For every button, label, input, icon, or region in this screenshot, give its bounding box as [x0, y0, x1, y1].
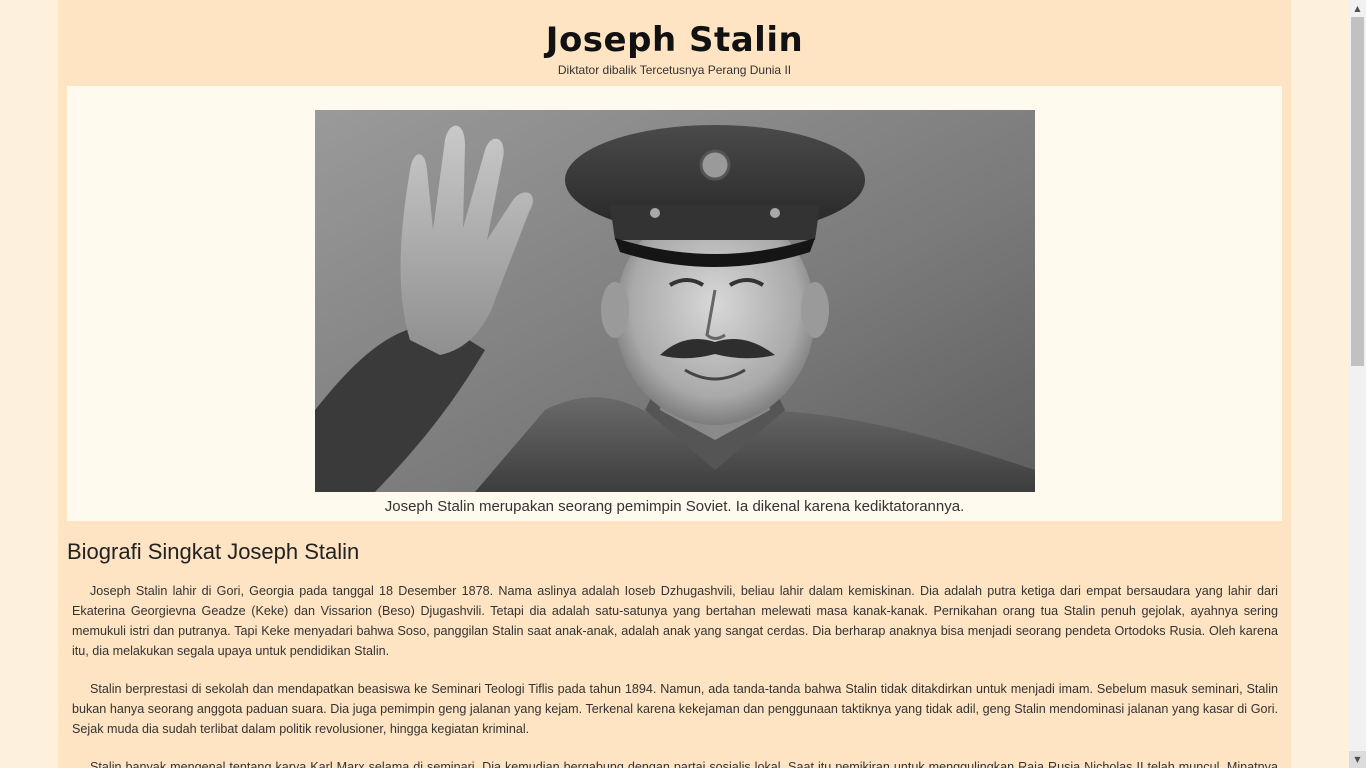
page-subtitle: Diktator dibalik Tercetusnya Perang Duni… [557, 63, 792, 77]
portrait-photo-illustration [315, 110, 1035, 492]
arrow-up-icon[interactable]: ▲ [1349, 0, 1366, 17]
arrow-down-icon[interactable]: ▼ [1349, 751, 1366, 768]
figure-panel: Joseph Stalin merupakan seorang pemimpin… [67, 86, 1282, 521]
figure-caption: Joseph Stalin merupakan seorang pemimpin… [384, 498, 965, 515]
article-paragraph: Joseph Stalin lahir di Gori, Georgia pad… [72, 584, 1278, 658]
vertical-scrollbar[interactable]: ▲ ▼ [1349, 0, 1366, 768]
page-title: Joseph Stalin [545, 20, 804, 60]
scrollbar-thumb[interactable] [1351, 17, 1364, 366]
page-content: Joseph Stalin Diktator dibalik Tercetusn… [58, 0, 1291, 768]
section-heading: Biografi Singkat Joseph Stalin [67, 539, 360, 564]
browser-viewport: Joseph Stalin Diktator dibalik Tercetusn… [0, 0, 1366, 768]
article-paragraph: Stalin berprestasi di sekolah dan mendap… [72, 682, 1278, 736]
article-paragraph: Stalin banyak mengenal tentang karya Kar… [90, 760, 1278, 768]
portrait-photo [315, 110, 1035, 492]
